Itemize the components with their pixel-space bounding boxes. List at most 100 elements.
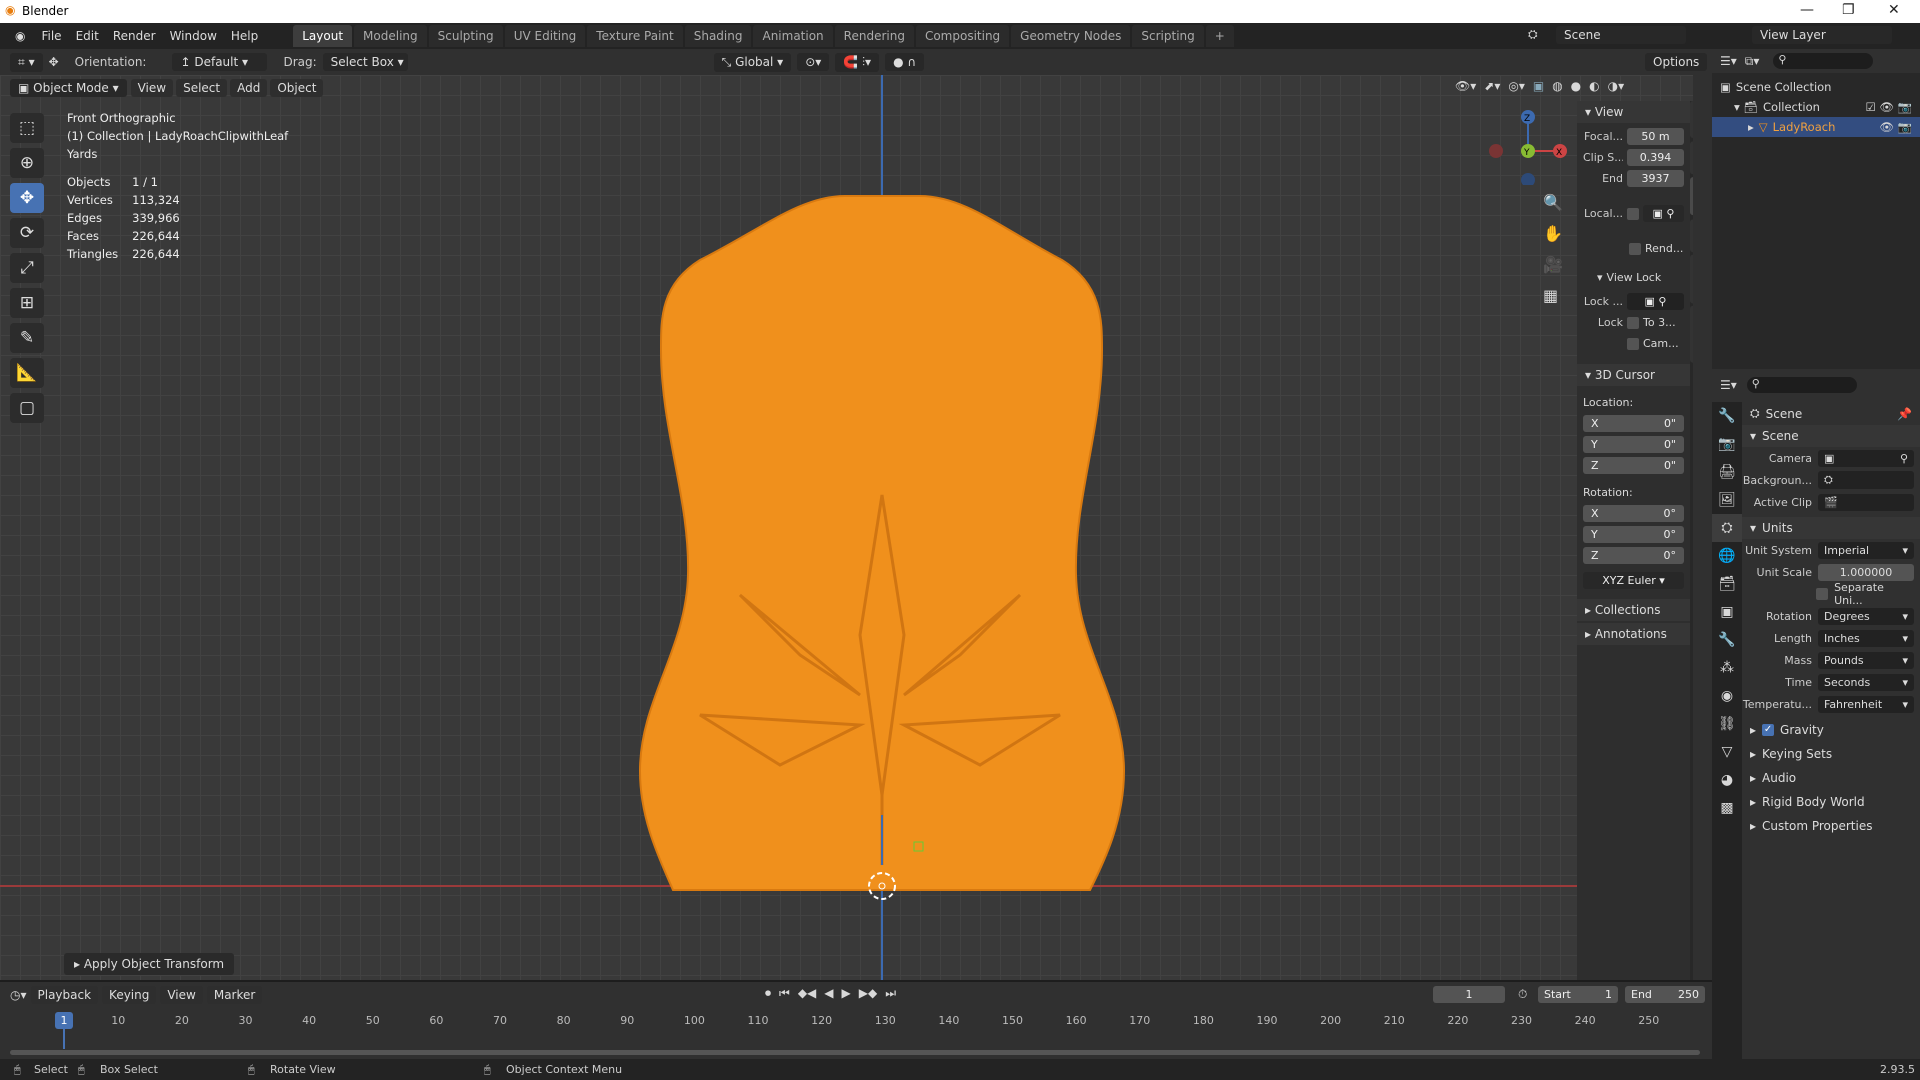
view-layer-selector[interactable]: View Layer bbox=[1752, 26, 1892, 44]
modifier-icon[interactable]: 🔧 bbox=[1712, 626, 1742, 654]
next-keyframe-icon[interactable]: ▶◆ bbox=[859, 986, 877, 1001]
measure-tool-icon[interactable]: 📐 bbox=[10, 358, 44, 388]
pivot-point-icon[interactable]: ⊙▾ bbox=[797, 53, 830, 71]
menu-window[interactable]: Window bbox=[163, 26, 224, 46]
gravity-header[interactable]: ▸ ✓ Gravity bbox=[1742, 719, 1920, 741]
physics-icon[interactable]: ◉ bbox=[1712, 682, 1742, 710]
camera-view-icon[interactable]: 🎥 bbox=[1543, 255, 1563, 274]
sidebar-tab-tool[interactable]: Tool bbox=[1690, 141, 1693, 175]
workspace-tab-rendering[interactable]: Rendering bbox=[834, 25, 914, 47]
material-icon[interactable]: ◕ bbox=[1712, 766, 1742, 794]
cursor-location-y-field[interactable]: Y 0" bbox=[1583, 436, 1684, 453]
pin-icon[interactable]: 📌 bbox=[1897, 407, 1912, 421]
sidebar-tab-3d-print[interactable]: 3D-Print bbox=[1690, 306, 1693, 364]
active-clip-field[interactable]: 🎬 bbox=[1818, 493, 1914, 511]
select-box-tool-icon[interactable]: ⬚ bbox=[10, 113, 44, 143]
object-icon[interactable]: ▣ bbox=[1712, 598, 1742, 626]
menu-edit[interactable]: Edit bbox=[69, 26, 106, 46]
scene-selector[interactable]: Scene bbox=[1556, 26, 1686, 44]
view-lock-header[interactable]: ▾ View Lock bbox=[1577, 267, 1690, 288]
last-operator-panel[interactable]: ▸ Apply Object Transform bbox=[64, 953, 235, 975]
snap-icon[interactable]: 🧲 ⫶▾ bbox=[835, 52, 880, 72]
scale-tool-icon[interactable]: ⤢ bbox=[10, 253, 44, 283]
playhead[interactable]: 1 bbox=[55, 1012, 73, 1029]
prev-keyframe-icon[interactable]: ◆◀ bbox=[798, 986, 816, 1001]
tool-icon[interactable]: 🔧 bbox=[1712, 402, 1742, 430]
viewport-menu-select[interactable]: Select bbox=[176, 79, 228, 97]
viewport-menu-view[interactable]: View bbox=[130, 79, 174, 97]
workspace-tab-layout[interactable]: Layout bbox=[293, 25, 353, 47]
texture-icon[interactable]: ▩ bbox=[1712, 794, 1742, 822]
rotate-tool-icon[interactable]: ⟳ bbox=[10, 218, 44, 248]
view-layer-icon[interactable]: 🖼 bbox=[1712, 486, 1742, 514]
unit-dropdown-length[interactable]: Inches ▾ bbox=[1818, 629, 1914, 647]
add-cube-tool-icon[interactable]: ▢ bbox=[10, 393, 44, 423]
menu-render[interactable]: Render bbox=[106, 26, 163, 46]
scene-icon[interactable]: ⛭ bbox=[1528, 27, 1538, 42]
pan-hand-icon[interactable]: ✋ bbox=[1543, 224, 1563, 243]
workspace-tab-uv-editing[interactable]: UV Editing bbox=[504, 25, 586, 47]
rotation-mode-dropdown[interactable]: XYZ Euler ▾ bbox=[1583, 572, 1684, 589]
collection-icon[interactable]: 🗃 bbox=[1712, 570, 1742, 598]
cursor-rotation-z-field[interactable]: Z 0° bbox=[1583, 547, 1684, 564]
gizmo-toggle-icon[interactable]: ⬈▾ bbox=[1484, 79, 1500, 93]
transform-orientation-dropdown[interactable]: ⤡ Global ▾ bbox=[713, 52, 792, 72]
jump-end-icon[interactable]: ⏭ bbox=[885, 986, 896, 1001]
shading-material-icon[interactable]: ◐ bbox=[1589, 79, 1599, 93]
workspace-tab-geometry-nodes[interactable]: Geometry Nodes bbox=[1011, 25, 1131, 47]
sidebar-tab-view[interactable]: View bbox=[1690, 177, 1693, 216]
close-button[interactable]: ✕ bbox=[1888, 2, 1900, 18]
unit-dropdown-mass[interactable]: Pounds ▾ bbox=[1818, 651, 1914, 669]
visibility-icon[interactable]: 👁▾ bbox=[1455, 79, 1476, 93]
options-dropdown[interactable]: Options bbox=[1645, 53, 1708, 71]
properties-search-input[interactable]: ⚲ bbox=[1746, 377, 1857, 393]
drag-dropdown[interactable]: Select Box ▾ bbox=[322, 53, 408, 71]
sidebar-tab-edit[interactable]: Edit bbox=[1690, 218, 1693, 252]
cursor-rotation-x-field[interactable]: X 0° bbox=[1583, 505, 1684, 522]
sidebar-tab-item[interactable]: Item bbox=[1690, 101, 1693, 139]
cursor-location-z-field[interactable]: Z 0" bbox=[1583, 457, 1684, 474]
start-frame-field[interactable]: Start 1 bbox=[1538, 986, 1618, 1003]
collections-header[interactable]: ▸ Collections bbox=[1577, 599, 1690, 621]
preview-range-icon[interactable]: ⏱ bbox=[1518, 987, 1527, 1002]
xray-icon[interactable]: ▣ bbox=[1533, 79, 1544, 93]
timeline-scrollbar[interactable] bbox=[10, 1050, 1700, 1055]
render-icon[interactable]: 📷 bbox=[1712, 430, 1742, 458]
timeline-menu-marker[interactable]: Marker bbox=[206, 986, 263, 1004]
lock-camera-checkbox[interactable] bbox=[1627, 337, 1639, 350]
output-icon[interactable]: 🖨 bbox=[1712, 458, 1742, 486]
scene-icon[interactable]: ⛭ bbox=[1712, 514, 1742, 542]
zoom-icon[interactable]: 🔍 bbox=[1543, 193, 1563, 212]
unit-dropdown-temperatu[interactable]: Fahrenheit ▾ bbox=[1818, 695, 1914, 713]
shading-rendered-icon[interactable]: ◑▾ bbox=[1608, 79, 1625, 93]
orientation-dropdown[interactable]: ↥ Default ▾ bbox=[172, 53, 268, 71]
proportional-edit-icon[interactable]: ● ∩ bbox=[885, 53, 925, 71]
lock-object-field[interactable]: ▣ ⚲ bbox=[1627, 293, 1684, 310]
play-icon[interactable]: ▶ bbox=[842, 986, 851, 1001]
panel-rigid-body-world[interactable]: ▸ Rigid Body World bbox=[1742, 791, 1920, 813]
workspace-tab-modeling[interactable]: Modeling bbox=[354, 25, 427, 47]
object-row[interactable]: ▸ ▽ LadyRoach 👁 📷 bbox=[1712, 117, 1920, 137]
particles-icon[interactable]: ⁂ bbox=[1712, 654, 1742, 682]
editor-type-icon[interactable]: ◷▾ bbox=[10, 988, 27, 1002]
unit-scale-field[interactable]: 1.000000 bbox=[1818, 563, 1914, 581]
mode-dropdown[interactable]: ▣ Object Mode ▾ bbox=[10, 79, 127, 97]
annotate-tool-icon[interactable]: ✎ bbox=[10, 323, 44, 353]
collection-row[interactable]: ▾ 🗃 Collection ☑ 👁 📷 bbox=[1712, 97, 1920, 117]
workspace-tab-sculpting[interactable]: Sculpting bbox=[428, 25, 503, 47]
editor-type-icon[interactable]: ☰▾ bbox=[1720, 378, 1737, 392]
annotations-header[interactable]: ▸ Annotations bbox=[1577, 623, 1690, 645]
menu-file[interactable]: File bbox=[34, 26, 68, 46]
view-section-header[interactable]: ▾ View bbox=[1577, 101, 1690, 123]
unit-dropdown-time[interactable]: Seconds ▾ bbox=[1818, 673, 1914, 691]
transform-tool-icon[interactable]: ⊞ bbox=[10, 288, 44, 318]
scene-section-header[interactable]: ▾ Scene bbox=[1742, 425, 1920, 447]
current-frame-field[interactable]: 1 bbox=[1433, 986, 1505, 1003]
frame-ruler[interactable]: 10 20 30 40 50 60 70 80 90 100 110 120 130 140 150 160 1… bbox=[0, 1012, 1700, 1032]
local-camera-picker[interactable]: ▣ ⚲ bbox=[1643, 205, 1684, 222]
data-icon[interactable]: ▽ bbox=[1712, 738, 1742, 766]
separate-units-checkbox[interactable] bbox=[1816, 588, 1829, 600]
3d-cursor-header[interactable]: ▾ 3D Cursor bbox=[1577, 364, 1690, 386]
focal-field[interactable]: 50 m bbox=[1627, 128, 1684, 145]
local-camera-checkbox[interactable] bbox=[1627, 207, 1639, 220]
